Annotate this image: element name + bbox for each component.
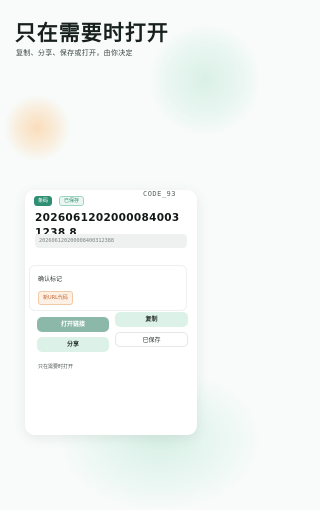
code-category-badge: 条码 [34,196,53,206]
code-format-label: CODE_93 [142,190,176,198]
mark-section-title: 确认标记 [38,276,63,283]
share-button[interactable]: 分享 [37,337,109,352]
saved-status-badge: 已保存 [59,196,85,206]
code-raw-text: 202606120200008400312388 [35,234,187,248]
card-footnote: 只在需要时打开 [38,364,74,370]
page-subtitle: 复制、分享、保存或打开，由你决定 [16,49,133,57]
copy-button[interactable]: 复制 [115,312,188,327]
page-title: 只在需要时打开 [15,21,169,45]
mark-tag[interactable]: 新URL代码 [38,291,73,305]
scan-result-card: 条码 已保存 CODE_93 20260612020000840031238 8… [25,190,197,435]
mark-section: 确认标记 新URL代码 [29,265,187,311]
open-link-button[interactable]: 打开链接 [37,317,109,332]
saved-button[interactable]: 已保存 [115,332,188,347]
background-decoration [4,95,70,161]
